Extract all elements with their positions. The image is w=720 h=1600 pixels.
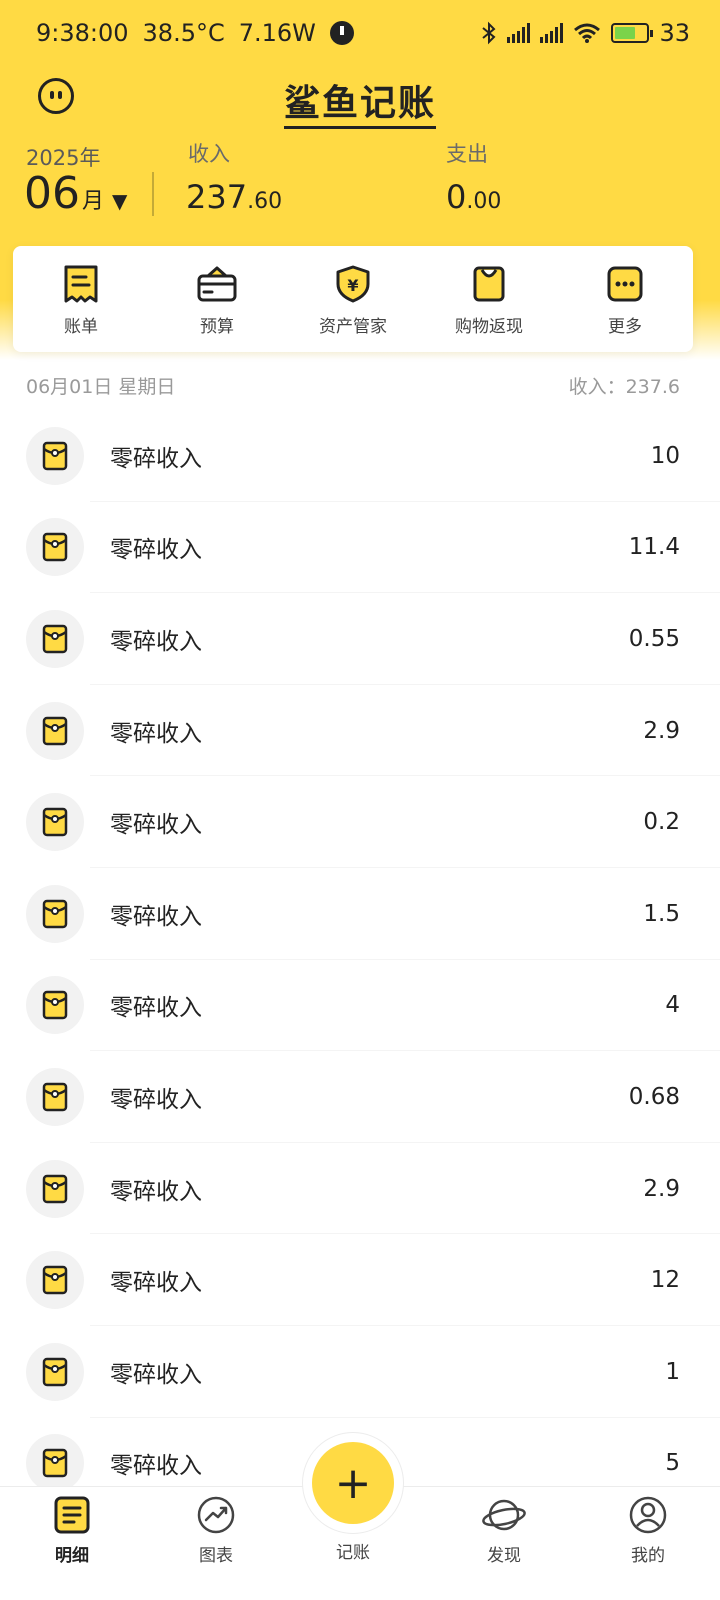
action-bill[interactable]: 账单 <box>13 246 149 352</box>
transaction-row[interactable]: 零碎收入 10 <box>0 410 720 502</box>
transaction-list: 零碎收入 10 零碎收入 11.4 零碎收入 0.55 零碎收入 2.9 零碎收… <box>0 410 720 1510</box>
transaction-label: 零碎收入 <box>110 903 202 930</box>
red-envelope-icon <box>26 1159 84 1218</box>
bluetooth-icon <box>482 21 496 45</box>
user-icon <box>629 1496 667 1534</box>
bill-icon <box>64 265 98 303</box>
action-more[interactable]: 更多 <box>557 246 693 352</box>
transaction-row[interactable]: 零碎收入 2.9 <box>0 685 720 777</box>
more-icon <box>607 266 643 302</box>
transaction-amount: 0.55 <box>628 625 680 652</box>
red-envelope-icon <box>26 884 84 943</box>
status-time: 9:38:00 <box>36 19 129 47</box>
red-envelope-icon <box>26 1342 84 1401</box>
red-envelope-icon <box>26 793 84 852</box>
transaction-amount: 10 <box>650 442 680 469</box>
expense-value: 0.00 <box>446 178 502 216</box>
tab-mine[interactable]: 我的 <box>576 1487 720 1600</box>
day-date: 06月01日 星期日 <box>26 376 176 398</box>
add-record-label: 记账 <box>336 1543 370 1563</box>
transaction-row[interactable]: 零碎收入 0.2 <box>0 776 720 868</box>
day-group-header: 06月01日 星期日 收入：237.6 <box>26 372 680 399</box>
caret-down-icon: ▼ <box>112 189 128 213</box>
summary-divider <box>152 172 154 216</box>
tab-charts[interactable]: 图表 <box>144 1487 288 1600</box>
transaction-label: 零碎收入 <box>110 720 202 747</box>
transaction-row[interactable]: 零碎收入 4 <box>0 960 720 1052</box>
transaction-row[interactable]: 零碎收入 0.55 <box>0 593 720 685</box>
tab-details[interactable]: 明细 <box>0 1487 144 1600</box>
transaction-label: 零碎收入 <box>110 1086 202 1113</box>
income-label: 收入 <box>188 142 230 166</box>
transaction-row[interactable]: 零碎收入 1.5 <box>0 868 720 960</box>
app-title: 鲨鱼记账 <box>0 74 720 129</box>
transaction-label: 零碎收入 <box>110 812 202 839</box>
transaction-amount: 4 <box>665 992 680 1019</box>
chart-icon <box>197 1496 235 1534</box>
transaction-label: 零碎收入 <box>110 445 202 472</box>
planet-icon <box>482 1499 526 1531</box>
status-bar: 9:38:00 38.5°C 7.16W 33 <box>0 0 720 66</box>
transaction-amount: 2.9 <box>643 717 680 744</box>
wifi-icon <box>574 23 601 43</box>
red-envelope-icon <box>26 1067 84 1126</box>
signal-icon <box>507 23 531 43</box>
transaction-row[interactable]: 零碎收入 12 <box>0 1234 720 1326</box>
tab-discover[interactable]: 发现 <box>432 1487 576 1600</box>
transaction-amount: 2.9 <box>643 1175 680 1202</box>
red-envelope-icon <box>26 426 84 485</box>
red-envelope-icon <box>26 701 84 760</box>
red-envelope-icon <box>26 976 84 1035</box>
battery-level: 33 <box>659 19 690 47</box>
shopping-bag-icon <box>473 266 505 302</box>
transaction-label: 零碎收入 <box>110 1178 202 1205</box>
month-number: 06 <box>24 168 80 219</box>
add-record-button[interactable]: + <box>312 1442 394 1524</box>
details-icon <box>54 1496 90 1534</box>
quick-actions-card: 账单 预算 ¥ 资产管家 购物返现 更多 <box>13 246 693 352</box>
transaction-row[interactable]: 零碎收入 1 <box>0 1326 720 1418</box>
transaction-label: 零碎收入 <box>110 1270 202 1297</box>
transaction-row[interactable]: 零碎收入 11.4 <box>0 502 720 594</box>
action-asset-manager[interactable]: ¥ 资产管家 <box>285 246 421 352</box>
status-temperature: 38.5°C <box>142 19 225 47</box>
transaction-label: 零碎收入 <box>110 1453 202 1480</box>
transaction-row[interactable]: 零碎收入 2.9 <box>0 1143 720 1235</box>
svg-text:¥: ¥ <box>347 276 358 295</box>
action-budget[interactable]: 预算 <box>149 246 285 352</box>
shield-yen-icon: ¥ <box>336 265 370 303</box>
expense-label: 支出 <box>446 142 488 166</box>
transaction-label: 零碎收入 <box>110 537 202 564</box>
transaction-label: 零碎收入 <box>110 628 202 655</box>
action-shopping-cashback[interactable]: 购物返现 <box>421 246 557 352</box>
signal-icon-2 <box>540 23 564 43</box>
battery-icon <box>611 23 654 43</box>
transaction-row[interactable]: 零碎收入 0.68 <box>0 1051 720 1143</box>
transaction-amount: 0.68 <box>628 1083 680 1110</box>
transaction-amount: 12 <box>650 1267 680 1294</box>
transaction-amount: 1 <box>665 1358 680 1385</box>
clock-icon <box>329 21 354 45</box>
day-income-summary: 收入：237.6 <box>568 376 680 398</box>
transaction-amount: 11.4 <box>628 534 680 561</box>
red-envelope-icon <box>26 609 84 668</box>
wallet-icon <box>197 266 237 302</box>
red-envelope-icon <box>26 1251 84 1310</box>
month-unit: 月 <box>82 189 105 214</box>
income-value: 237.60 <box>186 178 283 216</box>
transaction-label: 零碎收入 <box>110 995 202 1022</box>
transaction-amount: 0.2 <box>643 809 680 836</box>
red-envelope-icon <box>26 1434 84 1493</box>
transaction-amount: 1.5 <box>643 900 680 927</box>
transaction-label: 零碎收入 <box>110 1361 202 1388</box>
red-envelope-icon <box>26 518 84 577</box>
transaction-amount: 5 <box>665 1450 680 1477</box>
month-selector[interactable]: 06 月 ▼ <box>24 168 127 219</box>
status-power: 7.16W <box>238 19 316 47</box>
